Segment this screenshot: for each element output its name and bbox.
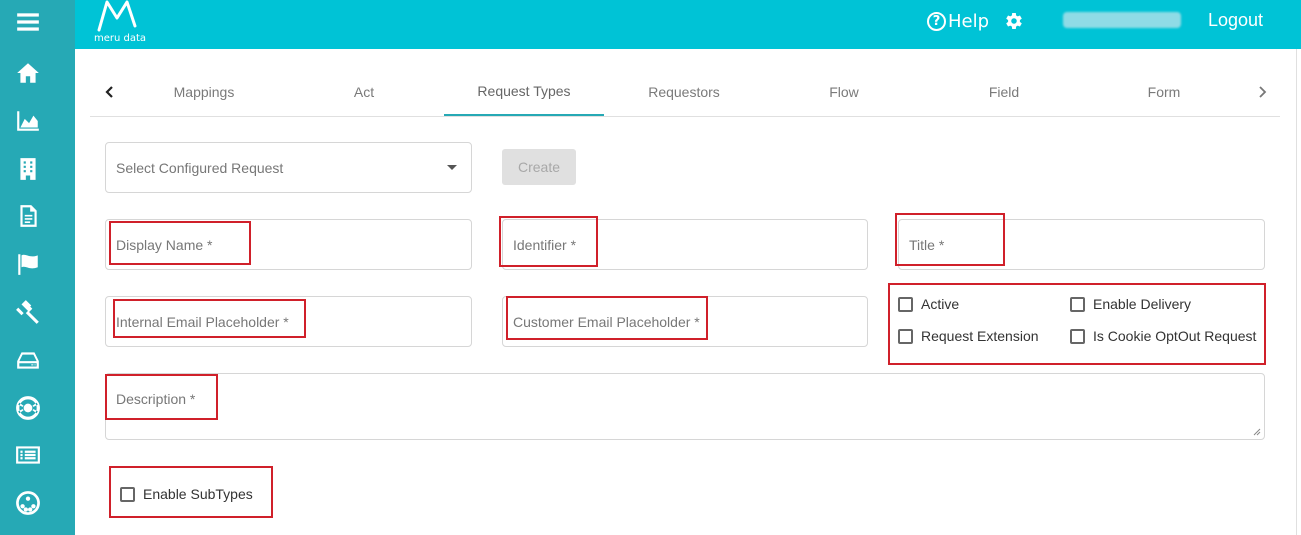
identifier-field[interactable]: Identifier * xyxy=(502,219,868,270)
checkbox-square xyxy=(898,328,913,344)
home-icon[interactable] xyxy=(14,59,42,87)
gavel-icon[interactable] xyxy=(14,298,42,326)
description-label: Description * xyxy=(116,391,196,407)
gear-icon[interactable] xyxy=(1003,10,1025,32)
display-name-field[interactable]: Display Name * xyxy=(105,219,472,270)
top-header: meru data ? Help Logout xyxy=(75,0,1301,49)
logo-text: meru data xyxy=(94,33,147,44)
cookie-optout-label: Is Cookie OptOut Request xyxy=(1093,328,1257,344)
customer-email-label: Customer Email Placeholder * xyxy=(513,313,700,330)
description-textarea[interactable]: Description * xyxy=(105,373,1265,440)
enable-subtypes-checkbox[interactable]: Enable SubTypes xyxy=(120,486,253,502)
content-right-border xyxy=(1296,49,1297,535)
tab-bar: Mappings Act Request Types Requestors Fl… xyxy=(90,68,1280,117)
customer-email-placeholder-field[interactable]: Customer Email Placeholder * xyxy=(502,296,868,347)
enable-subtypes-label: Enable SubTypes xyxy=(143,486,253,502)
tab-requestors[interactable]: Requestors xyxy=(604,68,764,116)
create-button[interactable]: Create xyxy=(502,149,576,185)
request-extension-label: Request Extension xyxy=(921,328,1039,344)
tab-request-types[interactable]: Request Types xyxy=(444,68,604,116)
display-name-label: Display Name * xyxy=(116,236,213,253)
cookie-optout-checkbox[interactable]: Is Cookie OptOut Request xyxy=(1070,328,1256,344)
chevron-down-icon xyxy=(447,165,457,170)
active-label: Active xyxy=(921,296,960,312)
active-checkbox[interactable]: Active xyxy=(898,296,959,312)
menu-icon[interactable] xyxy=(14,8,42,36)
flag-icon[interactable] xyxy=(14,250,42,278)
sidebar xyxy=(0,0,75,535)
request-extension-checkbox[interactable]: Request Extension xyxy=(898,328,1039,344)
enable-delivery-checkbox[interactable]: Enable Delivery xyxy=(1070,296,1191,312)
help-link[interactable]: ? Help xyxy=(927,9,989,33)
tab-act[interactable]: Act xyxy=(284,68,444,116)
tab-form[interactable]: Form xyxy=(1084,68,1244,116)
internal-email-label: Internal Email Placeholder * xyxy=(116,313,289,330)
user-name-redacted xyxy=(1063,12,1181,28)
identifier-label: Identifier * xyxy=(513,236,577,253)
building-icon[interactable] xyxy=(14,155,42,183)
logo-mark-icon xyxy=(97,0,137,32)
tab-flow[interactable]: Flow xyxy=(764,68,924,116)
tab-mappings[interactable]: Mappings xyxy=(124,68,284,116)
document-icon[interactable] xyxy=(14,202,42,230)
list-card-icon[interactable] xyxy=(14,441,42,469)
inbox-tray-icon[interactable] xyxy=(14,346,42,374)
checkbox-square xyxy=(1070,328,1085,344)
checkbox-square xyxy=(1070,296,1085,312)
resize-grip-icon[interactable] xyxy=(1253,428,1261,436)
help-label: Help xyxy=(948,10,990,32)
enable-delivery-label: Enable Delivery xyxy=(1093,296,1192,312)
checkbox-square xyxy=(898,296,913,312)
logout-button[interactable]: Logout xyxy=(1208,10,1263,31)
area-chart-icon[interactable] xyxy=(14,107,42,135)
network-circle-icon[interactable] xyxy=(14,489,42,517)
lifebuoy-icon[interactable] xyxy=(14,394,42,422)
title-label: Title * xyxy=(909,236,945,253)
configured-request-select[interactable]: Select Configured Request xyxy=(105,142,472,193)
select-placeholder: Select Configured Request xyxy=(116,159,284,176)
tab-field[interactable]: Field xyxy=(924,68,1084,116)
tab-scroll-right-icon[interactable] xyxy=(1242,68,1282,116)
help-circle-icon: ? xyxy=(927,11,946,31)
title-field[interactable]: Title * xyxy=(898,219,1265,270)
internal-email-placeholder-field[interactable]: Internal Email Placeholder * xyxy=(105,296,472,347)
checkbox-square xyxy=(120,486,135,502)
